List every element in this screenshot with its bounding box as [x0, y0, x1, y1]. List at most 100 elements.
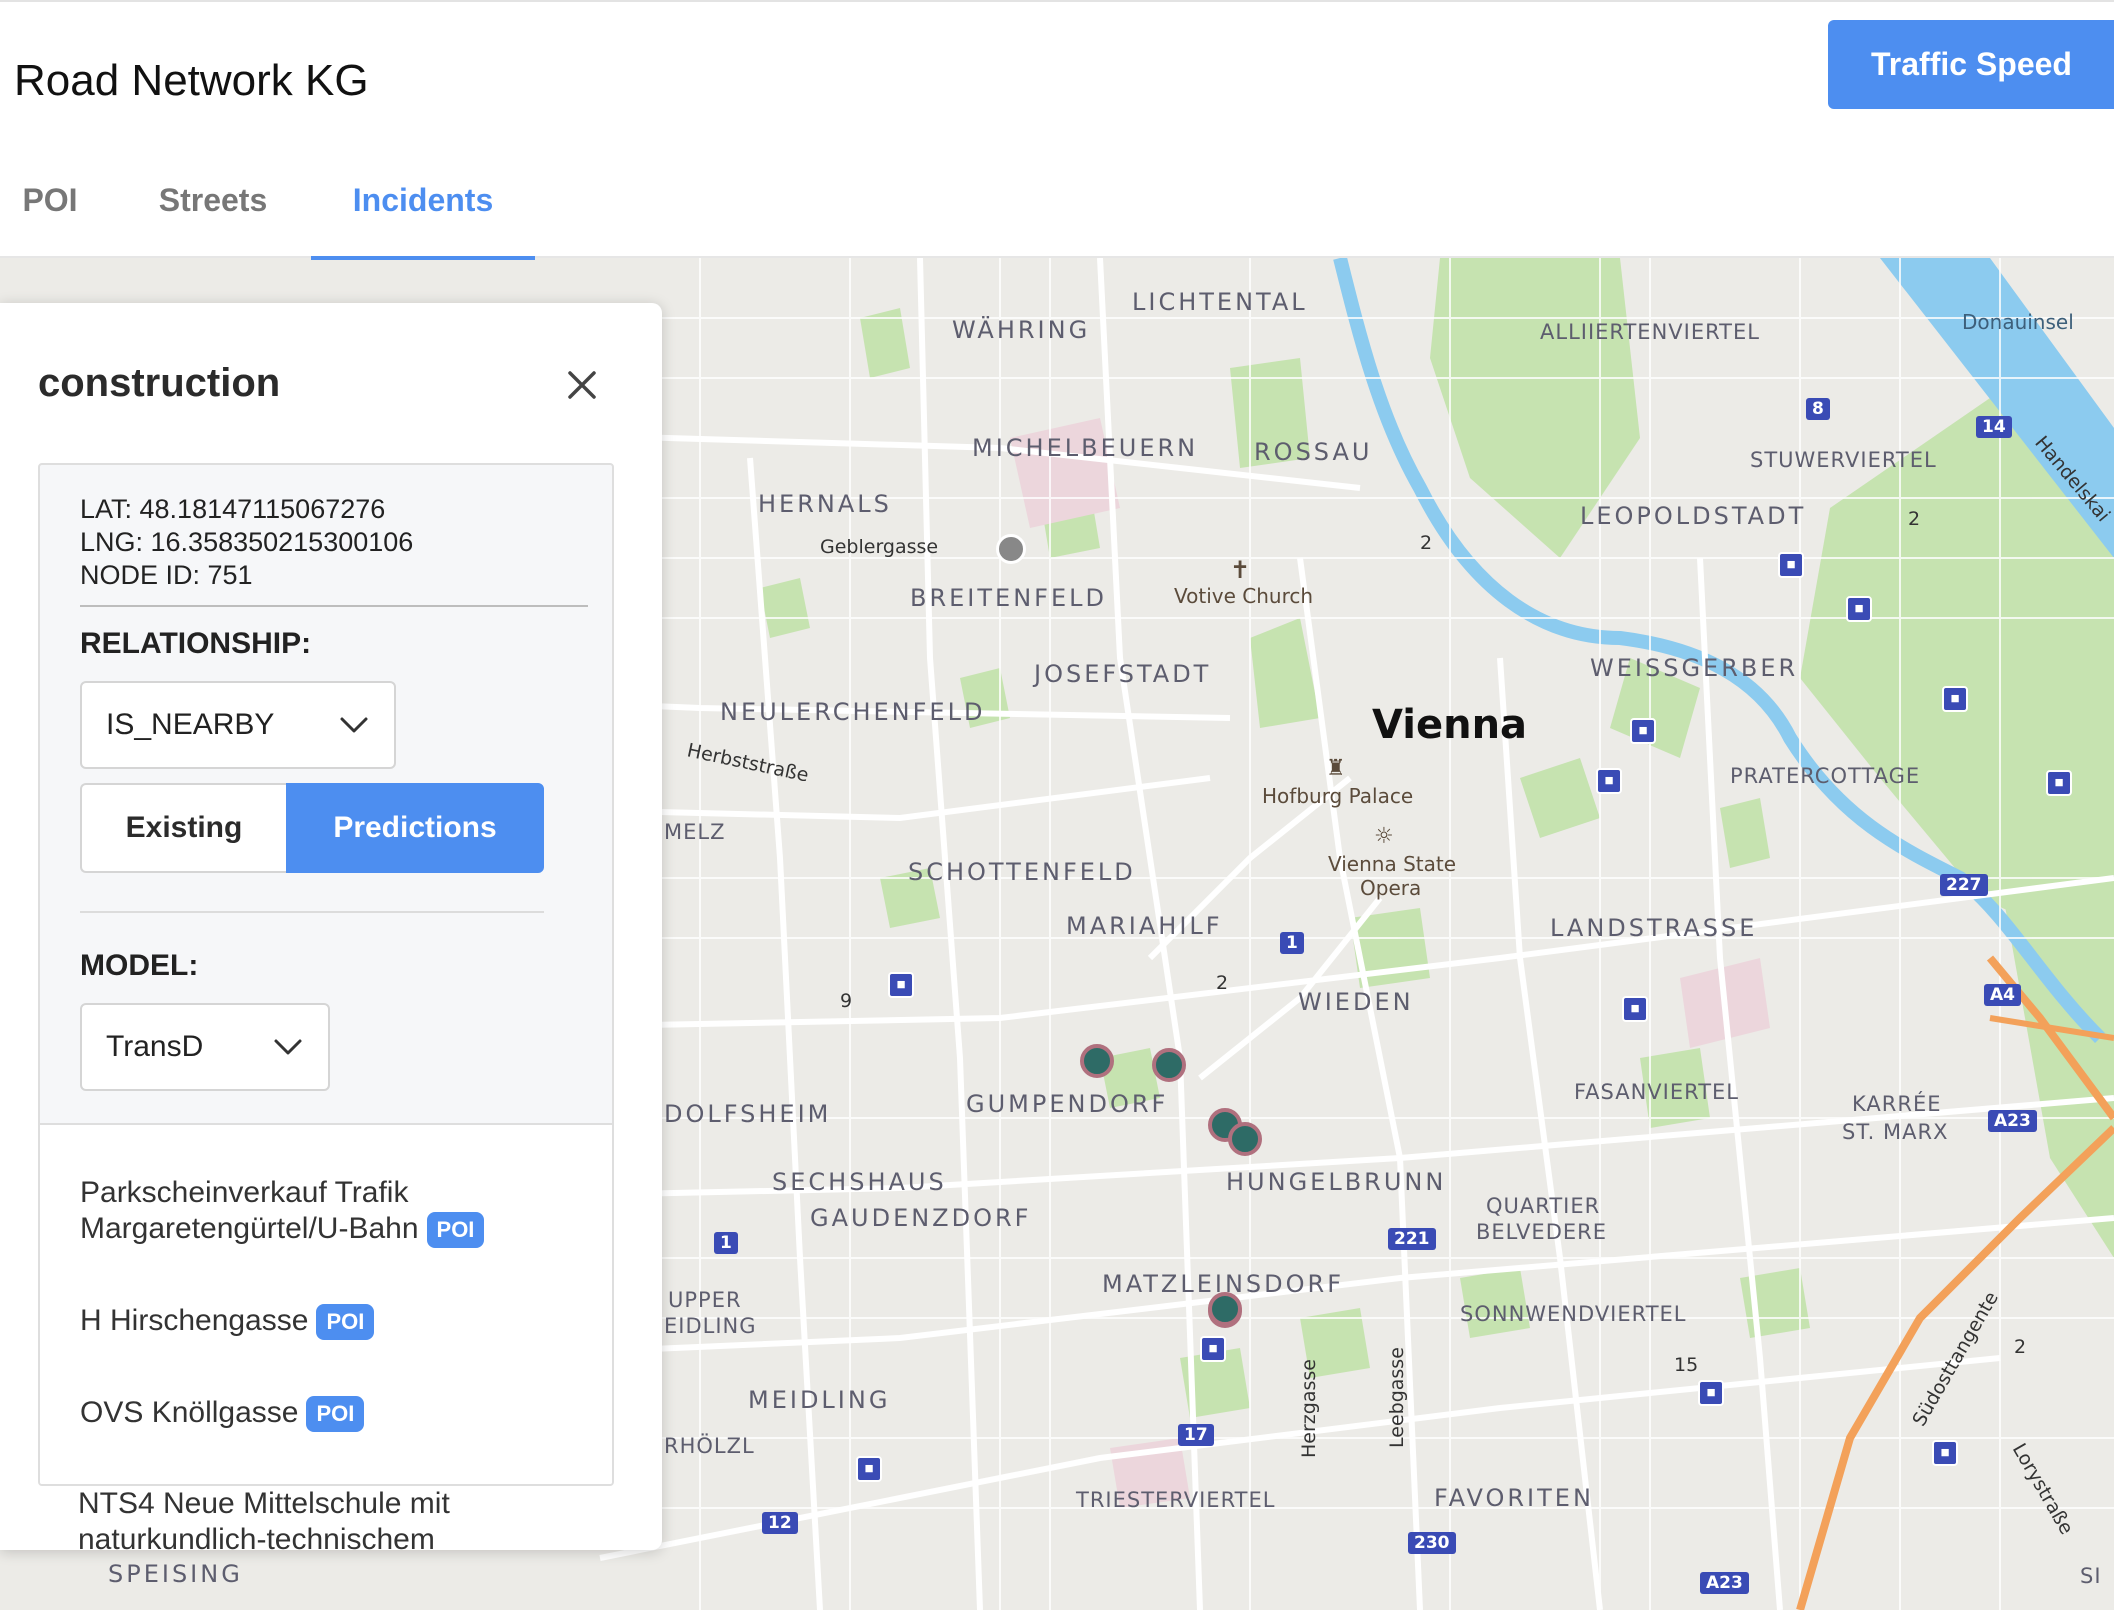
- district-label: MARIAHILF: [1066, 912, 1223, 940]
- poi-prediction-marker[interactable]: [1080, 1044, 1114, 1078]
- predictions-toggle-button[interactable]: Predictions: [286, 783, 544, 873]
- traffic-speed-button[interactable]: Traffic Speed: [1828, 20, 2114, 109]
- divider: [80, 605, 588, 607]
- district-label: FASANVIERTEL: [1574, 1080, 1739, 1104]
- incident-detail-panel: construction LAT: 48.18147115067276 LNG:…: [0, 303, 662, 1550]
- road-shield: 230: [1408, 1532, 1456, 1554]
- train-station-icon[interactable]: ■: [2046, 770, 2072, 796]
- app-header: Road Network KG Traffic Speed POI Street…: [0, 0, 2114, 260]
- poi-prediction-marker[interactable]: [1208, 1292, 1242, 1326]
- road-shield: 227: [1940, 874, 1988, 896]
- district-label: PRATERCOTTAGE: [1730, 764, 1921, 788]
- selected-node-marker[interactable]: [996, 534, 1026, 564]
- node-id-value: NODE ID: 751: [80, 560, 253, 590]
- list-item[interactable]: H Hirschengasse POI: [80, 1303, 375, 1341]
- train-station-icon[interactable]: ■: [1200, 1336, 1226, 1362]
- relationship-select[interactable]: IS_NEARBY: [80, 681, 396, 769]
- train-station-icon[interactable]: ■: [1596, 768, 1622, 794]
- poi-badge: POI: [306, 1396, 365, 1433]
- train-station-icon[interactable]: ■: [1778, 552, 1804, 578]
- district-label: UPPER: [668, 1288, 742, 1312]
- landmark-label: Votive Church: [1174, 584, 1314, 608]
- chevron-down-icon: [274, 1039, 302, 1055]
- node-detail-card: LAT: 48.18147115067276 LNG: 16.358350215…: [38, 463, 614, 1486]
- district-label: WÄHRING: [952, 316, 1091, 344]
- district-label: BREITENFELD: [910, 584, 1107, 612]
- street-label: Leebgasse: [1386, 1347, 1408, 1448]
- road-shield: 8: [1806, 398, 1830, 420]
- landmark-label: Opera: [1360, 876, 1422, 900]
- road-number: 2: [1216, 972, 1229, 994]
- road-shield: A23: [1700, 1572, 1749, 1594]
- district-label: WEISSGERBER: [1590, 654, 1799, 682]
- road-shield: 14: [1976, 416, 2012, 438]
- poi-name: OVS Knöllgasse: [80, 1396, 299, 1429]
- district-label: STUWERVIERTEL: [1750, 448, 1937, 472]
- road-shield: 1: [714, 1232, 738, 1254]
- panel-title: construction: [38, 361, 281, 405]
- street-label: Herzgasse: [1298, 1359, 1320, 1458]
- district-label: MELZ: [664, 820, 726, 844]
- district-label: KARRÉE: [1852, 1092, 1942, 1116]
- tab-poi[interactable]: POI: [0, 162, 100, 260]
- app-title: Road Network KG: [14, 56, 369, 105]
- close-icon[interactable]: [560, 363, 604, 407]
- city-label: Vienna: [1372, 702, 1528, 748]
- train-station-icon[interactable]: ■: [1622, 996, 1648, 1022]
- road-shield: 221: [1388, 1228, 1436, 1250]
- district-label: TRIESTERVIERTEL: [1076, 1488, 1276, 1512]
- street-label: Geblergasse: [820, 536, 939, 558]
- train-station-icon[interactable]: ■: [1932, 1440, 1958, 1466]
- district-label: FAVORITEN: [1434, 1484, 1594, 1512]
- district-label: MEIDLING: [748, 1386, 891, 1414]
- list-item-overflow[interactable]: NTS4 Neue Mittelschule mit naturkundlich…: [78, 1486, 638, 1550]
- poi-prediction-marker[interactable]: [1152, 1048, 1186, 1082]
- district-label: SCHOTTENFELD: [908, 858, 1136, 886]
- district-label: HUNGELBRUNN: [1226, 1168, 1447, 1196]
- poi-name: Margaretengürtel/U-Bahn: [80, 1212, 419, 1245]
- landmark-label: Vienna State: [1328, 852, 1457, 876]
- train-station-icon[interactable]: ■: [1630, 718, 1656, 744]
- road-shield: 12: [762, 1512, 798, 1534]
- district-label: SECHSHAUS: [772, 1168, 947, 1196]
- district-label: RHÖLZL: [664, 1434, 755, 1458]
- train-station-icon[interactable]: ■: [856, 1456, 882, 1482]
- district-label: MICHELBEUERN: [972, 434, 1199, 462]
- district-label: LANDSTRASSE: [1550, 914, 1758, 942]
- poi-badge: POI: [316, 1304, 375, 1341]
- district-label: JOSEFSTADT: [1034, 660, 1212, 688]
- church-icon: ✝: [1230, 556, 1251, 584]
- train-station-icon[interactable]: ■: [1942, 686, 1968, 712]
- road-shield: A4: [1984, 984, 2021, 1006]
- poi-prediction-marker[interactable]: [1228, 1122, 1262, 1156]
- list-item[interactable]: Parkscheinverkauf Trafik Margaretengürte…: [80, 1175, 485, 1249]
- existing-toggle-button[interactable]: Existing: [80, 783, 286, 873]
- district-label: SI: [2080, 1564, 2102, 1588]
- district-label: NEULERCHENFELD: [720, 698, 986, 726]
- road-number: 15: [1674, 1354, 1699, 1376]
- district-label: GUMPENDORF: [966, 1090, 1169, 1118]
- relationship-select-value: IS_NEARBY: [106, 708, 275, 741]
- landmark-label: Hofburg Palace: [1262, 784, 1414, 808]
- water-label: Donauinsel: [1962, 310, 2074, 334]
- tab-incidents[interactable]: Incidents: [311, 162, 535, 260]
- road-number: 2: [1420, 532, 1433, 554]
- road-shield: A23: [1988, 1110, 2037, 1132]
- district-label: SONNWENDVIERTEL: [1460, 1302, 1687, 1326]
- model-select[interactable]: TransD: [80, 1003, 330, 1091]
- district-label: EIDLING: [664, 1314, 757, 1338]
- poi-name: Parkscheinverkauf Trafik: [80, 1176, 409, 1209]
- model-select-value: TransD: [106, 1030, 204, 1063]
- tab-streets[interactable]: Streets: [138, 162, 288, 260]
- road-number: 2: [2014, 1336, 2027, 1358]
- app-root: Road Network KG Traffic Speed POI Street…: [0, 0, 2114, 1610]
- district-label: LICHTENTAL: [1132, 288, 1308, 316]
- train-station-icon[interactable]: ■: [1846, 596, 1872, 622]
- road-number: 2: [1908, 508, 1921, 530]
- train-station-icon[interactable]: ■: [888, 972, 914, 998]
- model-label: MODEL:: [80, 949, 199, 982]
- source-toggle: Existing Predictions: [80, 783, 544, 873]
- list-item[interactable]: OVS Knöllgasse POI: [80, 1395, 365, 1433]
- poi-name: H Hirschengasse: [80, 1304, 309, 1337]
- train-station-icon[interactable]: ■: [1698, 1380, 1724, 1406]
